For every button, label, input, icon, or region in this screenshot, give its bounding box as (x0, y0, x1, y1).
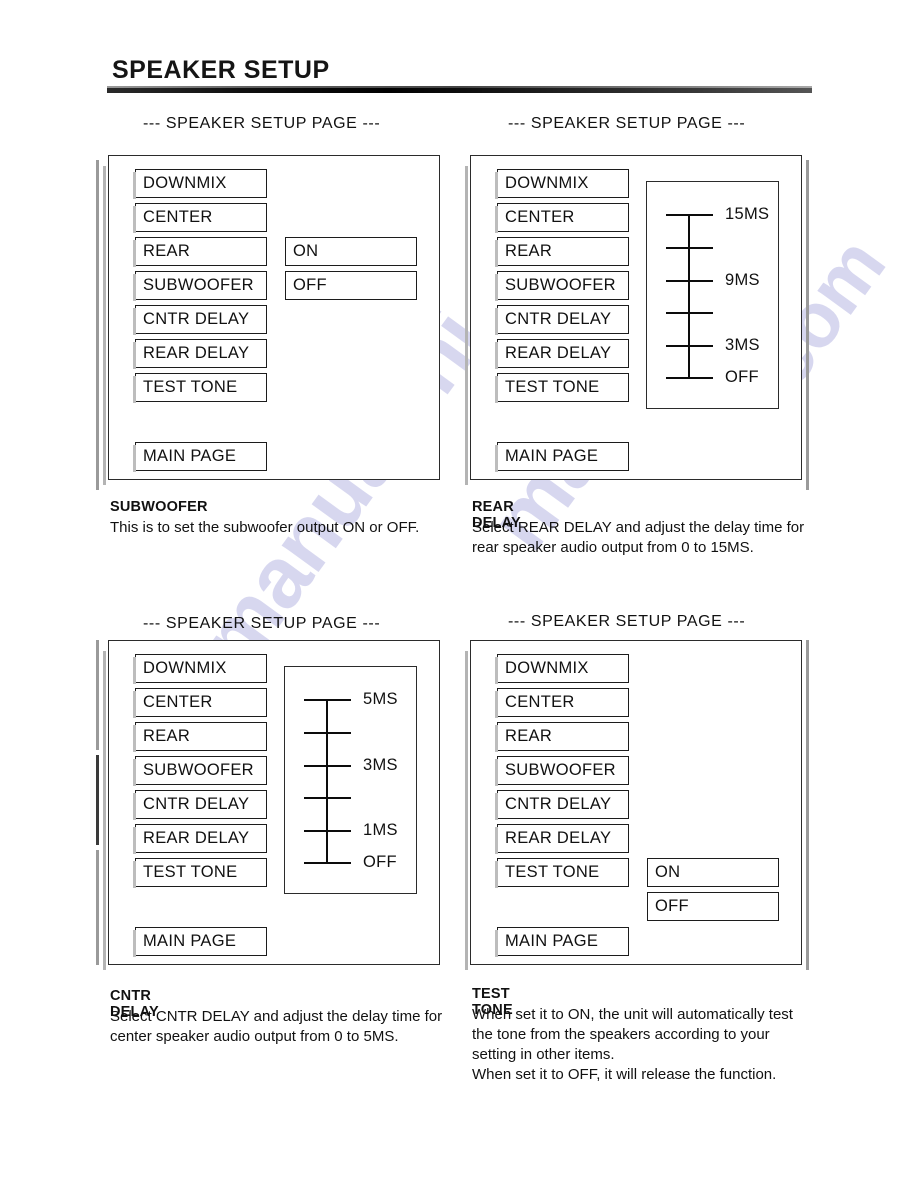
menu-item-test-tone[interactable]: TEST TONE (495, 858, 629, 888)
menu-item-test-tone[interactable]: TEST TONE (133, 858, 267, 888)
scale-label-5ms: 5MS (363, 690, 398, 708)
scale-tick-5ms (304, 699, 351, 702)
menu-item-main-page[interactable]: MAIN PAGE (495, 927, 629, 957)
menu-item-subwoofer[interactable]: SUBWOOFER (133, 756, 267, 786)
scale-tick-off (666, 377, 713, 380)
menu-item-rear-delay[interactable]: REAR DELAY (495, 339, 629, 369)
screen-header-rear-delay: --- SPEAKER SETUP PAGE --- (508, 115, 746, 132)
osd-screen-test-tone: DOWNMIX CENTER REAR SUBWOOFER CNTR DELAY… (465, 640, 802, 970)
menu-item-rear[interactable]: REAR (133, 722, 267, 752)
menu-item-test-tone[interactable]: TEST TONE (133, 373, 267, 403)
scale-label-3ms: 3MS (725, 336, 760, 354)
scale-tick-3ms (666, 345, 713, 348)
screen-header-test-tone: --- SPEAKER SETUP PAGE --- (508, 613, 746, 630)
document-page: SPEAKER SETUP --- SPEAKER SETUP PAGE ---… (0, 0, 918, 1188)
title-divider (107, 86, 812, 93)
menu-item-main-page[interactable]: MAIN PAGE (133, 442, 267, 472)
osd-screen-cntr-delay: DOWNMIX CENTER REAR SUBWOOFER CNTR DELAY… (103, 640, 440, 970)
option-subwoofer-on[interactable]: ON (285, 237, 417, 266)
scale-tick-1ms (304, 830, 351, 833)
menu-item-rear-delay[interactable]: REAR DELAY (133, 339, 267, 369)
scale-label-1ms: 1MS (363, 821, 398, 839)
caption-body-test-tone: When set it to ON, the unit will automat… (472, 1006, 793, 1083)
scale-tick-off (304, 862, 351, 865)
menu-item-center[interactable]: CENTER (133, 203, 267, 233)
menu-item-test-tone[interactable]: TEST TONE (495, 373, 629, 403)
menu-item-center[interactable]: CENTER (133, 688, 267, 718)
menu-item-rear[interactable]: REAR (133, 237, 267, 267)
option-test-tone-on[interactable]: ON (647, 858, 779, 887)
osd-screen-subwoofer: DOWNMIX CENTER REAR SUBWOOFER CNTR DELAY… (103, 155, 440, 485)
menu-item-cntr-delay[interactable]: CNTR DELAY (133, 305, 267, 335)
menu-item-subwoofer[interactable]: SUBWOOFER (495, 756, 629, 786)
scale-tick-15ms (666, 214, 713, 217)
menu-item-rear[interactable]: REAR (495, 722, 629, 752)
menu-item-downmix[interactable]: DOWNMIX (133, 654, 267, 684)
scale-label-off: OFF (363, 853, 397, 871)
menu-item-subwoofer[interactable]: SUBWOOFER (133, 271, 267, 301)
scale-tick-4ms (304, 732, 351, 735)
menu-item-center[interactable]: CENTER (495, 688, 629, 718)
scale-rail (688, 215, 691, 378)
menu-item-rear-delay[interactable]: REAR DELAY (133, 824, 267, 854)
caption-title-subwoofer: SUBWOOFER (110, 499, 208, 515)
scale-tick-3ms (304, 765, 351, 768)
menu-item-cntr-delay[interactable]: CNTR DELAY (495, 790, 629, 820)
scale-tick-6ms (666, 312, 713, 315)
menu-item-downmix[interactable]: DOWNMIX (133, 169, 267, 199)
screen-header-cntr-delay: --- SPEAKER SETUP PAGE --- (143, 615, 381, 632)
caption-body-cntr-delay: Select CNTR DELAY and adjust the delay t… (110, 1008, 443, 1045)
caption-body-rear-delay: Select REAR DELAY and adjust the delay t… (472, 519, 805, 556)
scale-tick-2ms (304, 797, 351, 800)
menu-item-main-page[interactable]: MAIN PAGE (495, 442, 629, 472)
cntr-delay-scale[interactable]: 5MS 3MS 1MS OFF (284, 666, 417, 894)
menu-item-downmix[interactable]: DOWNMIX (495, 654, 629, 684)
option-subwoofer-off[interactable]: OFF (285, 271, 417, 300)
menu-item-rear-delay[interactable]: REAR DELAY (495, 824, 629, 854)
scale-label-15ms: 15MS (725, 205, 770, 223)
scale-rail (326, 700, 329, 863)
caption-body-subwoofer: This is to set the subwoofer output ON o… (110, 519, 420, 536)
menu-item-downmix[interactable]: DOWNMIX (495, 169, 629, 199)
page-title: SPEAKER SETUP (112, 56, 330, 84)
rear-delay-scale[interactable]: 15MS 9MS 3MS OFF (646, 181, 779, 409)
menu-item-cntr-delay[interactable]: CNTR DELAY (133, 790, 267, 820)
scale-label-off: OFF (725, 368, 759, 386)
scale-label-9ms: 9MS (725, 271, 760, 289)
option-test-tone-off[interactable]: OFF (647, 892, 779, 921)
osd-screen-rear-delay: DOWNMIX CENTER REAR SUBWOOFER CNTR DELAY… (465, 155, 802, 485)
menu-item-main-page[interactable]: MAIN PAGE (133, 927, 267, 957)
scale-label-3ms: 3MS (363, 756, 398, 774)
scale-tick-9ms (666, 280, 713, 283)
menu-item-cntr-delay[interactable]: CNTR DELAY (495, 305, 629, 335)
scale-tick-12ms (666, 247, 713, 250)
menu-item-center[interactable]: CENTER (495, 203, 629, 233)
menu-item-rear[interactable]: REAR (495, 237, 629, 267)
screen-header-subwoofer: --- SPEAKER SETUP PAGE --- (143, 115, 381, 132)
menu-item-subwoofer[interactable]: SUBWOOFER (495, 271, 629, 301)
